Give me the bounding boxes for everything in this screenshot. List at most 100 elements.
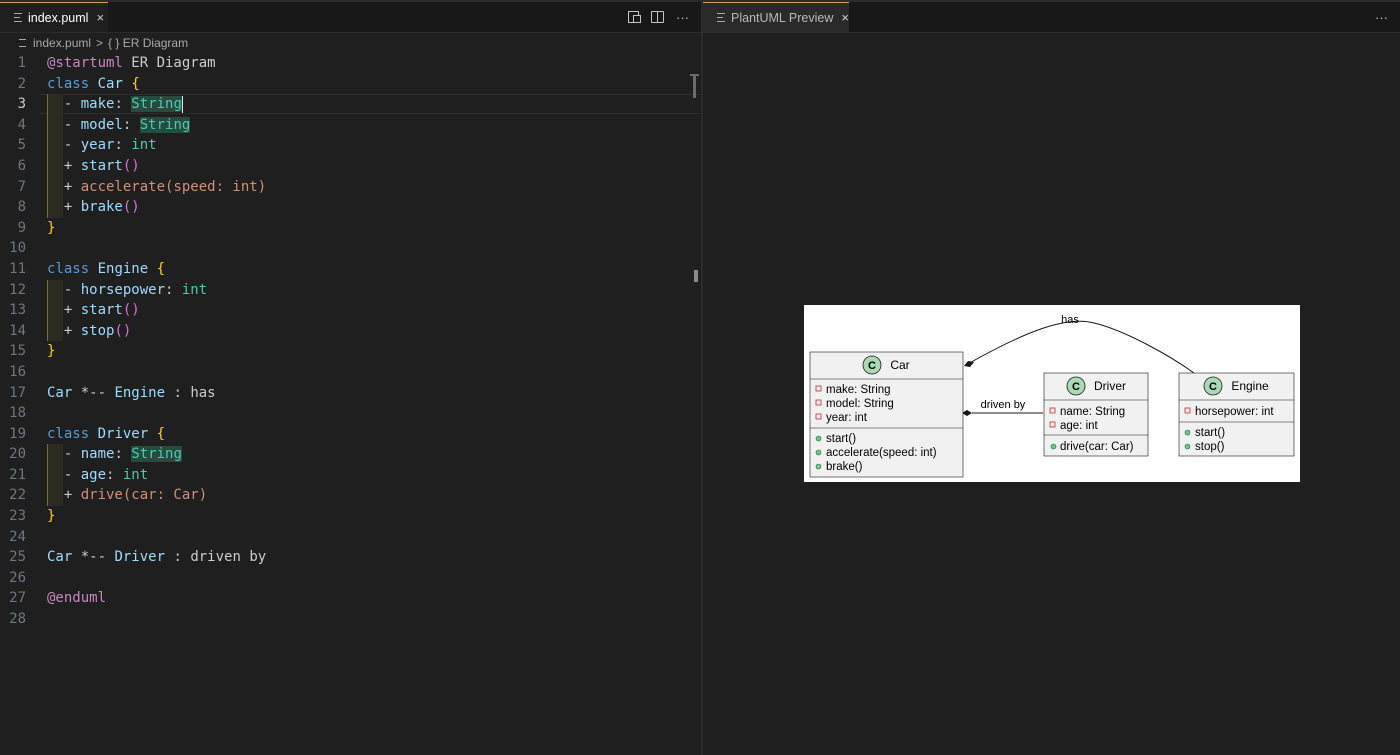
line-number: 26: [9, 569, 26, 586]
line-content: }: [47, 341, 55, 362]
code-token: Car: [47, 549, 73, 566]
class-name: Driver: [1094, 379, 1126, 393]
code-token: -: [47, 96, 81, 113]
field-make: make: String: [826, 384, 891, 396]
code-token: String: [131, 96, 182, 113]
line-content: + stop(): [47, 321, 131, 342]
field-year: year: int: [826, 412, 868, 424]
code-token: +: [47, 178, 81, 195]
line-number: 2: [17, 75, 26, 92]
code-token: -: [47, 116, 81, 133]
editor-actions: ···: [628, 2, 689, 32]
code-token: +: [47, 322, 81, 339]
composition-diamond-has: [964, 361, 974, 367]
code-token: model: [80, 116, 123, 133]
code-token: {: [156, 425, 166, 442]
line-content: Car *-- Engine : has: [47, 383, 216, 404]
open-preview-to-side-icon[interactable]: [628, 11, 641, 23]
line-number: 24: [9, 528, 26, 545]
tab-plantuml-preview[interactable]: PlantUML Preview ×: [703, 2, 849, 32]
code-token: (): [122, 199, 140, 216]
class-driver: C Driver name: String age: int drive(car…: [1043, 372, 1149, 457]
line-number: 9: [17, 219, 26, 236]
code-token: age: [80, 466, 107, 483]
line-number: 15: [9, 343, 26, 360]
code-token: class: [47, 260, 90, 277]
scrollbar-position-marker[interactable]: [694, 270, 698, 282]
code-token: {: [131, 75, 140, 92]
close-icon[interactable]: ×: [96, 10, 104, 25]
more-actions-icon[interactable]: ···: [1375, 10, 1388, 25]
tab-label: PlantUML Preview: [731, 10, 834, 25]
line-number: 14: [9, 322, 26, 339]
code-token: ER Diagram: [122, 55, 216, 71]
code-token: :: [114, 96, 132, 113]
code-token: String: [131, 446, 182, 463]
field-model: model: String: [826, 398, 894, 410]
line-content: }: [47, 218, 55, 239]
public-method-icon: [1184, 429, 1191, 436]
method-stop: stop(): [1195, 441, 1225, 453]
line-content: + drive(car: Car): [47, 485, 207, 506]
code-token: start: [80, 302, 123, 319]
line-number: 20: [9, 446, 26, 463]
preview-tab-bar: PlantUML Preview × ···: [703, 2, 1400, 33]
line-content: - make: String: [47, 94, 183, 115]
line-content: - horsepower: int: [47, 280, 207, 301]
method-drive: drive(car: Car): [1060, 441, 1134, 453]
line-number: 4: [17, 116, 26, 133]
public-method-icon: [1184, 443, 1191, 450]
code-token: Car: [47, 384, 73, 401]
relation-label-driven-by: driven by: [981, 399, 1026, 411]
line-number: 27: [9, 590, 26, 607]
method-start: start(): [1195, 427, 1225, 439]
code-token: brake: [80, 199, 123, 216]
code-token: year: [80, 137, 115, 154]
relation-label-has: has: [1061, 314, 1079, 326]
line-number: 11: [9, 260, 26, 277]
code-token: {: [156, 260, 166, 277]
line-number: 10: [9, 240, 26, 257]
line-number: 25: [9, 549, 26, 566]
breadcrumb-file[interactable]: index.puml: [33, 36, 91, 50]
breadcrumb-symbol[interactable]: { } ER Diagram: [108, 36, 188, 50]
code-token: Car: [97, 75, 123, 92]
uml-diagram: has driven by C Car make: String model: …: [804, 305, 1300, 482]
code-token: name: [80, 446, 115, 463]
code-token: :: [106, 466, 123, 483]
method-start: start(): [826, 433, 856, 445]
code-token: +: [47, 302, 81, 319]
code-token: class: [47, 425, 90, 442]
code-token: drive(car: Car): [80, 487, 208, 504]
code-token: *--: [72, 384, 115, 401]
public-method-icon: [815, 463, 822, 470]
line-content: Car *-- Driver : driven by: [47, 547, 266, 568]
text-cursor: [181, 95, 183, 113]
code-token: :: [114, 137, 132, 154]
line-number: 6: [17, 157, 26, 174]
line-content: @enduml: [47, 588, 106, 609]
minimap-slider[interactable]: [690, 74, 699, 98]
preview-pane: PlantUML Preview × ··· has driven by C C…: [703, 2, 1400, 755]
more-actions-icon[interactable]: ···: [676, 10, 689, 25]
line-content: + start(): [47, 300, 140, 321]
editor-tab-bar: index.puml × ···: [0, 2, 701, 33]
code-token: +: [47, 157, 81, 174]
uml-diagram-svg: has driven by C Car make: String model: …: [809, 314, 1295, 478]
code-token: }: [47, 508, 56, 525]
close-icon[interactable]: ×: [841, 10, 849, 25]
code-token: -: [47, 466, 81, 483]
code-token: (): [122, 157, 140, 174]
line-number: 16: [9, 363, 26, 380]
line-number: 1: [17, 55, 26, 71]
tab-index-puml[interactable]: index.puml ×: [0, 2, 108, 32]
code-token: @enduml: [47, 590, 107, 607]
code-token: stop: [80, 322, 115, 339]
field-name: name: String: [1060, 406, 1125, 418]
class-car: C Car make: String model: String year: i…: [809, 351, 964, 478]
split-editor-icon[interactable]: [651, 11, 664, 23]
code-token: }: [47, 343, 56, 360]
